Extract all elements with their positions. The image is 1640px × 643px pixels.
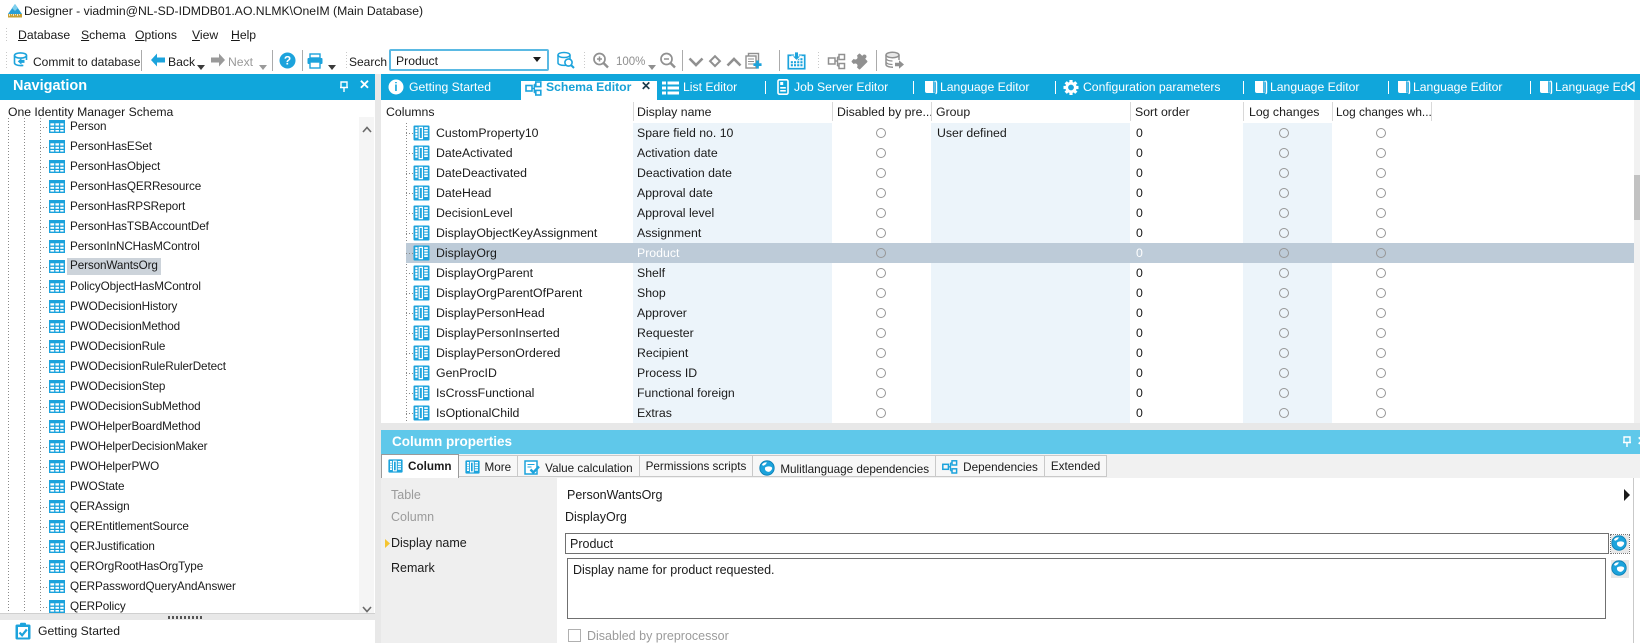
svg-text:i: i [394,82,397,94]
svg-text:?: ? [284,54,291,68]
